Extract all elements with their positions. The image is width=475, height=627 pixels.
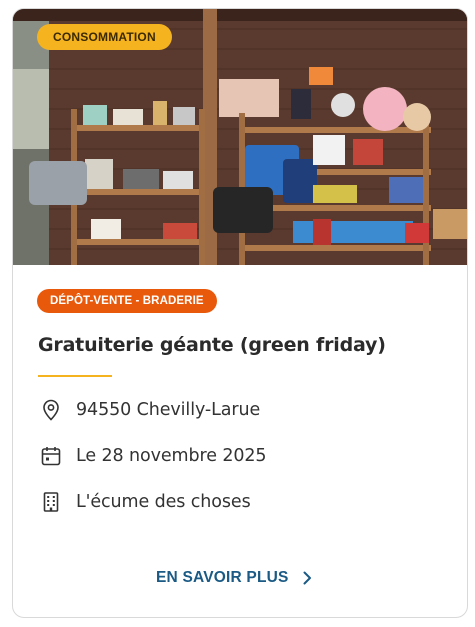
learn-more-link[interactable]: EN SAVOIR PLUS [156,569,315,587]
event-title[interactable]: Gratuiterie géante (green friday) [38,334,386,356]
location-text: 94550 Chevilly-Larue [76,400,261,420]
event-photo: CONSOMMATION [13,9,467,265]
calendar-icon [41,447,61,466]
event-card[interactable]: CONSOMMATION DÉPÔT-VENTE - BRADERIE Grat… [12,8,468,618]
location-row: 94550 Chevilly-Larue [39,398,260,422]
location-pin-icon [43,399,59,421]
date-text: Le 28 novembre 2025 [76,446,267,466]
organizer-row: L'écume des choses [39,490,251,514]
organizer-text: L'écume des choses [76,492,251,512]
date-row: Le 28 novembre 2025 [39,444,267,468]
chevron-right-icon [303,571,311,585]
event-type-badge: DÉPÔT-VENTE - BRADERIE [37,289,217,313]
title-divider [38,375,112,377]
learn-more-label: EN SAVOIR PLUS [156,569,289,586]
category-badge: CONSOMMATION [37,24,172,50]
building-icon [43,492,59,512]
